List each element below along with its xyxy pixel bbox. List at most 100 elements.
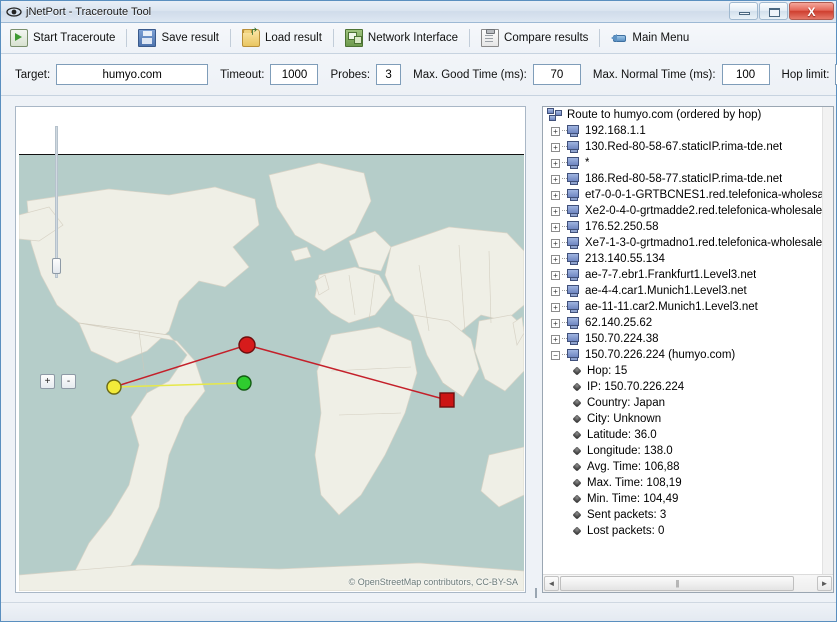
scroll-thumb[interactable] (560, 576, 794, 591)
expand-toggle-icon[interactable]: + (551, 158, 560, 168)
maximize-button[interactable] (759, 2, 788, 20)
max-good-time-input[interactable] (532, 64, 581, 85)
tree-detail-node[interactable]: Sent packets: 3 (543, 507, 823, 523)
tree-detail-node[interactable]: Max. Time: 108,19 (543, 475, 823, 491)
detail-label: Avg. Time: 106,88 (587, 461, 680, 473)
expand-toggle-icon[interactable]: + (551, 238, 560, 248)
map-panel[interactable]: © OpenStreetMap contributors, CC-BY-SA +… (15, 106, 526, 593)
tree-hop-node-expanded[interactable]: − 150.70.226.224 (humyo.com) (543, 347, 823, 363)
expand-toggle-icon[interactable]: + (551, 318, 560, 328)
play-icon (10, 29, 28, 47)
tree-root-node[interactable]: Route to humyo.com (ordered by hop) (543, 107, 823, 123)
load-result-button[interactable]: Load result (234, 25, 330, 51)
tree-detail-node[interactable]: City: Unknown (543, 411, 823, 427)
map-zoom-out-button[interactable]: - (61, 374, 76, 389)
tree-detail-node[interactable]: Avg. Time: 106,88 (543, 459, 823, 475)
compare-results-label: Compare results (504, 32, 589, 44)
tree-hop-node[interactable]: + 62.140.25.62 (543, 315, 823, 331)
expand-toggle-icon[interactable]: + (551, 254, 560, 264)
max-normal-time-input[interactable] (721, 64, 770, 85)
expand-toggle-icon[interactable]: + (551, 142, 560, 152)
tree-hop-node[interactable]: + Xe2-0-4-0-grtmadde2.red.telefonica-who… (543, 203, 823, 219)
tree-horizontal-scrollbar[interactable]: ◄ ► (543, 574, 833, 592)
scroll-track[interactable] (560, 576, 816, 591)
tree-detail-node[interactable]: Min. Time: 104,49 (543, 491, 823, 507)
tree-detail-node[interactable]: IP: 150.70.226.224 (543, 379, 823, 395)
toolbar-separator (126, 29, 128, 47)
expand-toggle-icon[interactable]: + (551, 126, 560, 136)
detail-bullet-icon (573, 431, 582, 440)
expand-toggle-icon[interactable]: + (551, 222, 560, 232)
map-zoom-in-button[interactable]: + (40, 374, 55, 389)
tree-hop-node[interactable]: + ae-7-7.ebr1.Frankfurt1.Level3.net (543, 267, 823, 283)
minimize-button[interactable] (729, 2, 758, 20)
detail-bullet-icon (573, 495, 582, 504)
expand-toggle-icon[interactable]: + (551, 334, 560, 344)
network-interface-label: Network Interface (367, 32, 459, 44)
max-normal-time-label: Max. Normal Time (ms): (592, 68, 716, 81)
open-folder-icon (242, 27, 260, 47)
tree-vertical-scrollbar[interactable] (822, 107, 833, 575)
expand-toggle-icon[interactable]: + (551, 190, 560, 200)
main-menu-label: Main Menu (632, 32, 690, 44)
tree-hop-node[interactable]: + 186.Red-80-58-77.staticIP.rima-tde.net (543, 171, 823, 187)
map-zoom-slider-knob[interactable] (52, 258, 61, 274)
tree-hop-node[interactable]: + 130.Red-80-58-67.staticIP.rima-tde.net (543, 139, 823, 155)
close-button[interactable]: X (789, 2, 834, 20)
expand-toggle-icon[interactable]: + (551, 302, 560, 312)
network-interface-button[interactable]: Network Interface (337, 25, 466, 51)
expand-toggle-icon[interactable]: + (551, 286, 560, 296)
splitter-grip (535, 588, 537, 598)
tree-detail-node[interactable]: Country: Japan (543, 395, 823, 411)
tree-detail-node[interactable]: Lost packets: 0 (543, 523, 823, 539)
eye-icon (6, 4, 22, 20)
probes-input[interactable] (376, 64, 402, 85)
tree-hop-label: ae-4-4.car1.Munich1.Level3.net (585, 285, 747, 297)
timeout-input[interactable] (270, 64, 319, 85)
panel-splitter[interactable] (532, 102, 540, 602)
compare-results-button[interactable]: Compare results (473, 25, 596, 51)
timeout-label: Timeout: (220, 68, 265, 81)
computer-icon (567, 221, 581, 233)
tree-hop-node[interactable]: + 150.70.224.38 (543, 331, 823, 347)
map-viewport[interactable]: © OpenStreetMap contributors, CC-BY-SA +… (19, 110, 524, 591)
route-tree-panel[interactable]: Route to humyo.com (ordered by hop) + 19… (542, 106, 834, 593)
main-menu-button[interactable]: Main Menu (603, 25, 697, 51)
tree-hop-node[interactable]: + ae-4-4.car1.Munich1.Level3.net (543, 283, 823, 299)
route-tree[interactable]: Route to humyo.com (ordered by hop) + 19… (543, 107, 823, 575)
tree-root-label: Route to humyo.com (ordered by hop) (567, 109, 762, 121)
computer-icon (567, 189, 581, 201)
tree-hop-node[interactable]: + 192.168.1.1 (543, 123, 823, 139)
tree-detail-node[interactable]: Longitude: 138.0 (543, 443, 823, 459)
computer-icon (567, 237, 581, 249)
detail-label: Longitude: 138.0 (587, 445, 673, 457)
save-result-button[interactable]: Save result (130, 25, 227, 51)
tree-hop-node[interactable]: + 213.140.55.134 (543, 251, 823, 267)
tree-hop-node[interactable]: + Xe7-1-3-0-grtmadno1.red.telefonica-who… (543, 235, 823, 251)
map-zoom-slider[interactable] (55, 126, 58, 278)
tree-hop-node[interactable]: + * (543, 155, 823, 171)
computer-icon (567, 285, 581, 297)
tree-hop-node[interactable]: + ae-11-11.car2.Munich1.Level3.net (543, 299, 823, 315)
collapse-toggle-icon[interactable]: − (551, 350, 560, 360)
scroll-right-button[interactable]: ► (817, 576, 832, 591)
map-attribution: © OpenStreetMap contributors, CC-BY-SA (348, 577, 518, 587)
computer-icon (567, 205, 581, 217)
expand-toggle-icon[interactable]: + (551, 174, 560, 184)
detail-bullet-icon (573, 399, 582, 408)
tree-hop-label: 150.70.226.224 (humyo.com) (585, 349, 736, 361)
tree-hop-label: et7-0-0-1-GRTBCNES1.red.telefonica-whole… (585, 189, 823, 201)
target-input[interactable] (56, 64, 209, 85)
detail-label: City: Unknown (587, 413, 662, 425)
hop-marker-green (236, 375, 252, 391)
map-canvas[interactable]: © OpenStreetMap contributors, CC-BY-SA (19, 155, 524, 591)
tree-detail-node[interactable]: Hop: 15 (543, 363, 823, 379)
expand-toggle-icon[interactable]: + (551, 206, 560, 216)
tree-hop-node[interactable]: + 176.52.250.58 (543, 219, 823, 235)
tree-detail-node[interactable]: Latitude: 36.0 (543, 427, 823, 443)
expand-toggle-icon[interactable]: + (551, 270, 560, 280)
start-traceroute-button[interactable]: Start Traceroute (2, 25, 123, 51)
tree-hop-node[interactable]: + et7-0-0-1-GRTBCNES1.red.telefonica-who… (543, 187, 823, 203)
scroll-left-button[interactable]: ◄ (544, 576, 559, 591)
detail-bullet-icon (573, 447, 582, 456)
